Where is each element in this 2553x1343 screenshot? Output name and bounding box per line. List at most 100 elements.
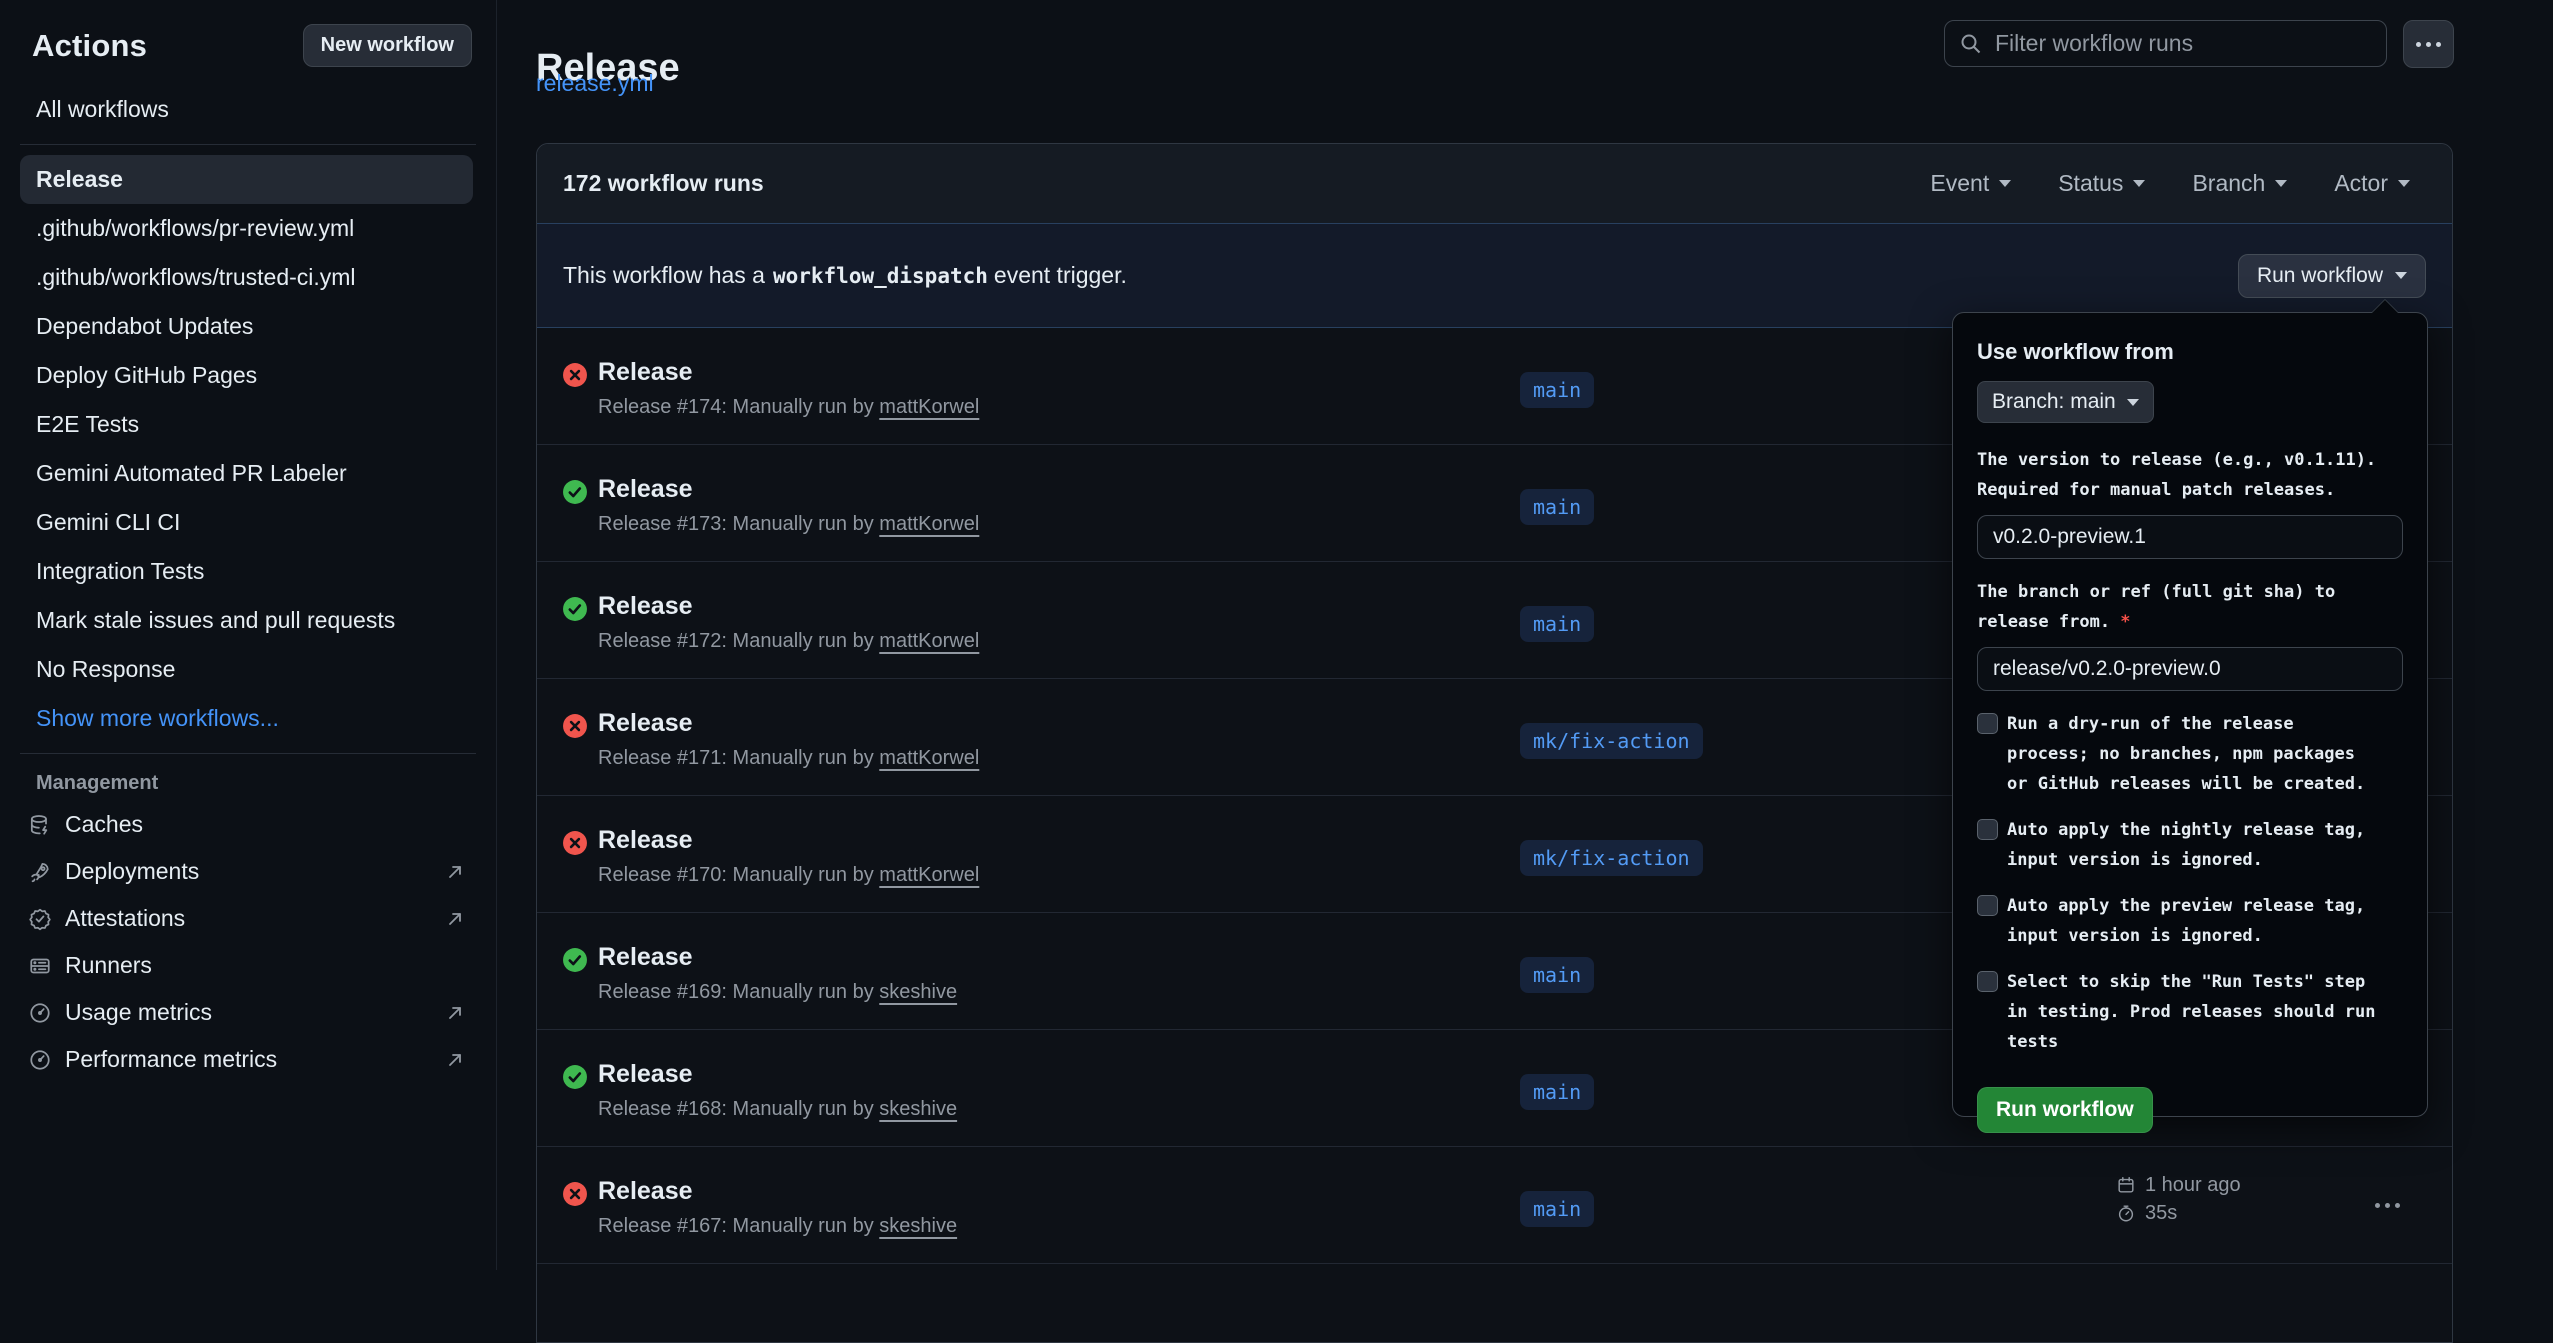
run-actor-link[interactable]: skeshive (879, 1215, 957, 1237)
run-title-link[interactable]: Release (598, 1060, 693, 1089)
check-circle-icon (562, 1064, 588, 1090)
banner-text: This workflow has a (563, 262, 765, 289)
popup-field-input-2[interactable] (1977, 647, 2403, 691)
filter-label: Actor (2334, 170, 2388, 197)
filter-label: Event (1930, 170, 1989, 197)
branch-pill[interactable]: mk/fix-action (1520, 840, 1703, 876)
run-actor-link[interactable]: mattKorwel (879, 864, 979, 886)
sidebar-item-workflow[interactable]: Gemini CLI CI (20, 498, 473, 547)
filter-label: Status (2058, 170, 2123, 197)
banner-code: workflow_dispatch (767, 264, 994, 288)
run-actor-link[interactable]: mattKorwel (879, 630, 979, 652)
sidebar-item-performance-metrics[interactable]: Performance metrics (20, 1036, 473, 1083)
sidebar-workflow-list: Release .github/workflows/pr-review.yml.g… (0, 155, 496, 694)
branch-selector-button[interactable]: Branch: main (1977, 381, 2154, 423)
new-workflow-button[interactable]: New workflow (303, 24, 472, 67)
checkbox-label: Select to skip the "Run Tests" step in t… (2007, 967, 2381, 1057)
management-item-label: Performance metrics (65, 1046, 277, 1073)
sidebar-item-workflow[interactable]: Deploy GitHub Pages (20, 351, 473, 400)
sidebar-item-caches[interactable]: Caches (20, 801, 473, 848)
checkbox[interactable] (1977, 971, 1998, 992)
filter-dropdown-event[interactable]: Event (1930, 170, 2011, 197)
management-section-label: Management (36, 772, 473, 795)
sidebar-item-workflow[interactable]: .github/workflows/pr-review.yml (20, 204, 473, 253)
stopwatch-icon (2116, 1203, 2136, 1223)
sidebar-item-runners[interactable]: Runners (20, 942, 473, 989)
branch-pill[interactable]: main (1520, 1074, 1594, 1110)
runs-count: 172 workflow runs (563, 170, 764, 197)
run-description: Release #173: Manually run by mattKorwel (598, 513, 979, 536)
workflow-file-link[interactable]: release.yml (536, 70, 654, 97)
run-title-link[interactable]: Release (598, 826, 693, 855)
sidebar-item-attestations[interactable]: Attestations (20, 895, 473, 942)
workflow-name: Dependabot Updates (36, 313, 253, 339)
sidebar-item-workflow[interactable]: Gemini Automated PR Labeler (20, 449, 473, 498)
run-workflow-submit-button[interactable]: Run workflow (1977, 1087, 2153, 1133)
external-link-icon (445, 862, 465, 882)
filter-dropdown-actor[interactable]: Actor (2334, 170, 2410, 197)
run-description: Release #168: Manually run by skeshive (598, 1098, 957, 1121)
sidebar-item-deployments[interactable]: Deployments (20, 848, 473, 895)
workflow-run-row[interactable]: Release Release #167: Manually run by ske… (537, 1147, 2452, 1264)
checkbox[interactable] (1977, 713, 1998, 734)
banner-text: event trigger. (994, 262, 1127, 289)
filter-dropdown-status[interactable]: Status (2058, 170, 2145, 197)
run-workflow-dropdown-button[interactable]: Run workflow (2238, 254, 2426, 298)
page-kebab-menu-button[interactable] (2403, 20, 2454, 68)
workflow-name: Integration Tests (36, 558, 204, 584)
run-title-link[interactable]: Release (598, 943, 693, 972)
sidebar-item-usage-metrics[interactable]: Usage metrics (20, 989, 473, 1036)
branch-pill[interactable]: main (1520, 372, 1594, 408)
x-circle-icon (562, 713, 588, 739)
run-kebab-menu-button[interactable] (2369, 1191, 2413, 1219)
run-actor-link[interactable]: skeshive (879, 1098, 957, 1120)
check-circle-icon (562, 479, 588, 505)
workflow-name: Mark stale issues and pull requests (36, 607, 395, 633)
branch-pill[interactable]: mk/fix-action (1520, 723, 1703, 759)
workflow-name: Release (36, 166, 123, 192)
branch-pill[interactable]: main (1520, 606, 1594, 642)
popup-field-input-1[interactable] (1977, 515, 2403, 559)
popup-checkboxes: Run a dry-run of the release process; no… (1977, 709, 2403, 1057)
run-title-link[interactable]: Release (598, 475, 693, 504)
branch-pill[interactable]: main (1520, 1191, 1594, 1227)
run-actor-link[interactable]: mattKorwel (879, 747, 979, 769)
run-title-link[interactable]: Release (598, 358, 693, 387)
run-actor-link[interactable]: mattKorwel (879, 513, 979, 535)
branch-pill[interactable]: main (1520, 957, 1594, 993)
chevron-down-icon (2398, 180, 2410, 187)
run-actor-link[interactable]: skeshive (879, 981, 957, 1003)
field-description: The version to release (e.g., v0.1.11). … (1977, 445, 2404, 505)
sidebar-item-workflow[interactable]: Integration Tests (20, 547, 473, 596)
run-actor-link[interactable]: mattKorwel (879, 396, 979, 418)
workflow-name: Gemini CLI CI (36, 509, 180, 535)
chevron-down-icon (2127, 399, 2139, 406)
sidebar-title: Actions (32, 28, 147, 64)
sidebar-item-all-workflows[interactable]: All workflows (20, 85, 473, 134)
run-title-link[interactable]: Release (598, 1177, 693, 1206)
field-description: The branch or ref (full git sha) to rele… (1977, 577, 2404, 637)
checkbox[interactable] (1977, 895, 1998, 916)
x-circle-icon (562, 830, 588, 856)
sidebar-item-workflow[interactable]: E2E Tests (20, 400, 473, 449)
sidebar-item-workflow[interactable]: No Response (20, 645, 473, 694)
management-item-label: Attestations (65, 905, 185, 932)
filter-workflow-runs-input[interactable] (1993, 29, 2372, 58)
run-title-link[interactable]: Release (598, 592, 693, 621)
filter-dropdown-branch[interactable]: Branch (2192, 170, 2287, 197)
run-description: Release #167: Manually run by skeshive (598, 1215, 957, 1238)
run-title-link[interactable]: Release (598, 709, 693, 738)
management-list: CachesDeployments Attestations RunnersUsag… (0, 801, 496, 1083)
runs-filters: Event Status Branch Actor (1930, 170, 2426, 197)
checkbox[interactable] (1977, 819, 1998, 840)
branch-pill[interactable]: main (1520, 489, 1594, 525)
sidebar-item-workflow[interactable]: Release (20, 155, 473, 204)
sidebar-item-workflow[interactable]: Dependabot Updates (20, 302, 473, 351)
x-circle-icon (562, 1181, 588, 1207)
sidebar-item-workflow[interactable]: Mark stale issues and pull requests (20, 596, 473, 645)
rocket-icon (28, 860, 52, 884)
popup-checkbox-row: Auto apply the nightly release tag, inpu… (1977, 815, 2403, 875)
sidebar-item-workflow[interactable]: .github/workflows/trusted-ci.yml (20, 253, 473, 302)
meter-icon (28, 1048, 52, 1072)
show-more-workflows-link[interactable]: Show more workflows... (20, 694, 473, 743)
